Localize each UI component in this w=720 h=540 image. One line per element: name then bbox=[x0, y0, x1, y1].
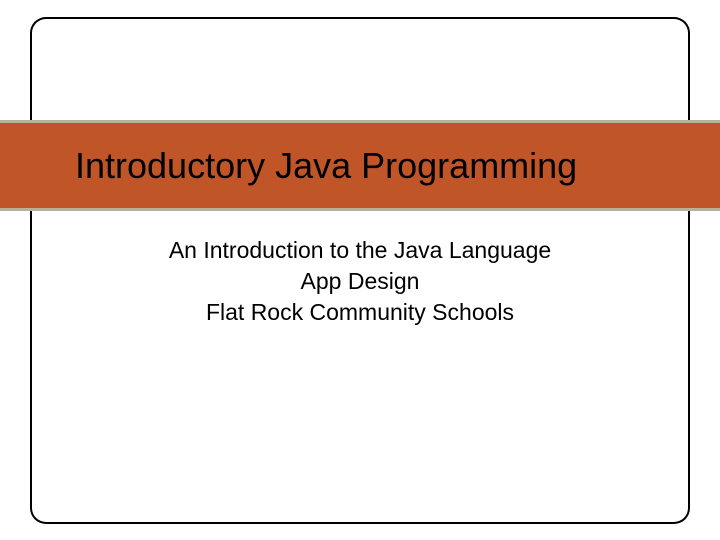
subtitle-line-3: Flat Rock Community Schools bbox=[0, 297, 720, 328]
slide-title: Introductory Java Programming bbox=[75, 145, 577, 187]
top-frame-border bbox=[30, 17, 690, 120]
presentation-slide: Introductory Java Programming An Introdu… bbox=[0, 0, 720, 540]
subtitle-block: An Introduction to the Java Language App… bbox=[0, 235, 720, 328]
subtitle-line-2: App Design bbox=[0, 266, 720, 297]
subtitle-line-1: An Introduction to the Java Language bbox=[0, 235, 720, 266]
title-band: Introductory Java Programming bbox=[0, 120, 720, 211]
